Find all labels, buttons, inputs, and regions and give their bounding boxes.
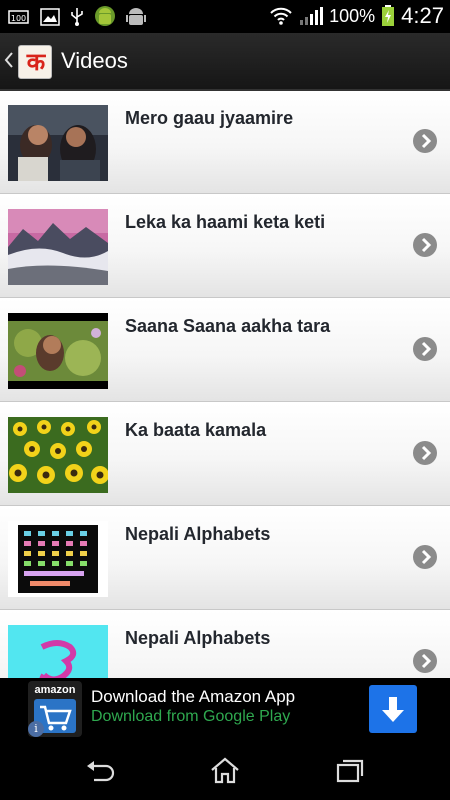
battery-charging-icon: [382, 5, 395, 26]
chevron-right-icon[interactable]: [413, 233, 437, 257]
video-thumbnail: [8, 105, 108, 181]
video-thumbnail: [8, 521, 108, 597]
video-thumbnail: [8, 625, 108, 678]
video-thumbnail: [8, 209, 108, 285]
notification-icons: 100: [8, 5, 146, 29]
amazon-brand: amazon: [34, 684, 76, 696]
video-thumbnail: [8, 313, 108, 389]
video-list[interactable]: Mero gaau jyaamire Leka ka haami keta ke…: [0, 91, 450, 678]
video-item[interactable]: Leka ka haami keta keti: [0, 195, 450, 298]
android-robot-icon: [95, 6, 115, 26]
video-item[interactable]: Nepali Alphabets: [0, 611, 450, 678]
battery-percent: 100%: [329, 5, 376, 26]
video-title: Leka ka haami keta keti: [125, 212, 326, 232]
usb-icon: [71, 8, 83, 26]
video-title: Saana Saana aakha tara: [125, 316, 331, 336]
app-logo[interactable]: क: [18, 45, 52, 79]
ad-title: Download the Amazon App: [91, 687, 296, 706]
video-title: Ka baata kamala: [125, 420, 267, 440]
recent-apps-icon[interactable]: [334, 756, 366, 784]
signal-icon: [300, 7, 324, 25]
video-title: Nepali Alphabets: [125, 524, 271, 544]
ad-banner[interactable]: amazon i Download the Amazon App Downloa…: [25, 678, 425, 740]
video-item[interactable]: Nepali Alphabets: [0, 507, 450, 610]
chevron-right-icon[interactable]: [413, 337, 437, 361]
video-title: Nepali Alphabets: [125, 628, 271, 648]
chevron-right-icon[interactable]: [413, 545, 437, 569]
back-icon[interactable]: [84, 756, 116, 784]
ad-info-icon[interactable]: i: [28, 721, 44, 737]
download-arrow-icon: [382, 697, 404, 722]
video-thumbnail: [8, 417, 108, 493]
status-icons: 100% 4:27: [269, 3, 444, 29]
video-title: Mero gaau jyaamire: [125, 108, 294, 128]
ad-subtitle: Download from Google Play: [91, 708, 291, 725]
clock: 4:27: [401, 3, 444, 28]
video-item[interactable]: Saana Saana aakha tara: [0, 299, 450, 402]
image-icon: [40, 8, 60, 26]
wifi-icon: [270, 7, 292, 25]
back-chevron-icon[interactable]: [4, 51, 14, 69]
svg-text:100: 100: [11, 14, 26, 23]
navigation-bar: [0, 740, 450, 800]
chevron-right-icon[interactable]: [413, 441, 437, 465]
status-bar: 100 100% 4:27: [0, 0, 450, 33]
home-icon[interactable]: [209, 756, 241, 784]
chevron-right-icon[interactable]: [413, 129, 437, 153]
action-bar: क Videos: [0, 33, 450, 91]
app-logo-letter: क: [26, 48, 46, 76]
android-debug-icon: [126, 8, 146, 25]
page-title: Videos: [61, 48, 128, 73]
battery-100-icon: 100: [8, 10, 29, 24]
video-item[interactable]: Ka baata kamala: [0, 403, 450, 506]
download-button[interactable]: [369, 685, 417, 733]
chevron-right-icon[interactable]: [413, 649, 437, 673]
video-item[interactable]: Mero gaau jyaamire: [0, 91, 450, 194]
